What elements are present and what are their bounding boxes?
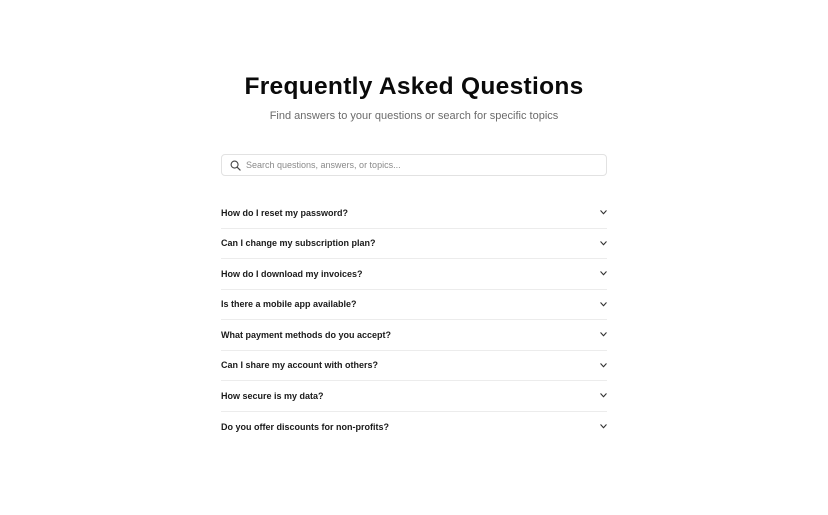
page-subtitle: Find answers to your questions or search… xyxy=(269,110,559,122)
search-input[interactable] xyxy=(246,156,606,174)
faq-list: How do I reset my password? Can I change… xyxy=(221,198,607,442)
search-icon xyxy=(229,159,241,171)
faq-item[interactable]: How do I reset my password? xyxy=(221,198,607,229)
page-title: Frequently Asked Questions xyxy=(244,73,584,100)
faq-item[interactable]: Do you offer discounts for non-profits? xyxy=(221,412,607,443)
chevron-down-icon[interactable] xyxy=(599,239,607,247)
faq-question: How secure is my data? xyxy=(221,390,324,401)
search-bar[interactable] xyxy=(221,154,607,176)
faq-page: Frequently Asked Questions Find answers … xyxy=(0,0,828,515)
faq-item[interactable]: Can I change my subscription plan? xyxy=(221,229,607,259)
faq-question: Do you offer discounts for non-profits? xyxy=(221,421,389,432)
faq-question: Can I share my account with others? xyxy=(221,360,379,371)
faq-item[interactable]: How secure is my data? xyxy=(221,381,607,412)
faq-item[interactable]: What payment methods do you accept? xyxy=(221,320,607,351)
chevron-down-icon[interactable] xyxy=(599,331,607,339)
faq-question: Is there a mobile app available? xyxy=(221,299,357,310)
faq-question: How do I download my invoices? xyxy=(221,268,363,279)
chevron-down-icon[interactable] xyxy=(599,423,607,431)
chevron-down-icon[interactable] xyxy=(599,392,607,400)
chevron-down-icon[interactable] xyxy=(599,361,607,369)
faq-question: How do I reset my password? xyxy=(221,207,349,218)
faq-item[interactable]: Can I share my account with others? xyxy=(221,351,607,381)
faq-item[interactable]: Is there a mobile app available? xyxy=(221,290,607,320)
faq-question: What payment methods do you accept? xyxy=(221,329,392,340)
chevron-down-icon[interactable] xyxy=(599,300,607,308)
faq-item[interactable]: How do I download my invoices? xyxy=(221,259,607,290)
chevron-down-icon[interactable] xyxy=(599,209,607,217)
chevron-down-icon[interactable] xyxy=(599,270,607,278)
faq-question: Can I change my subscription plan? xyxy=(221,238,376,249)
